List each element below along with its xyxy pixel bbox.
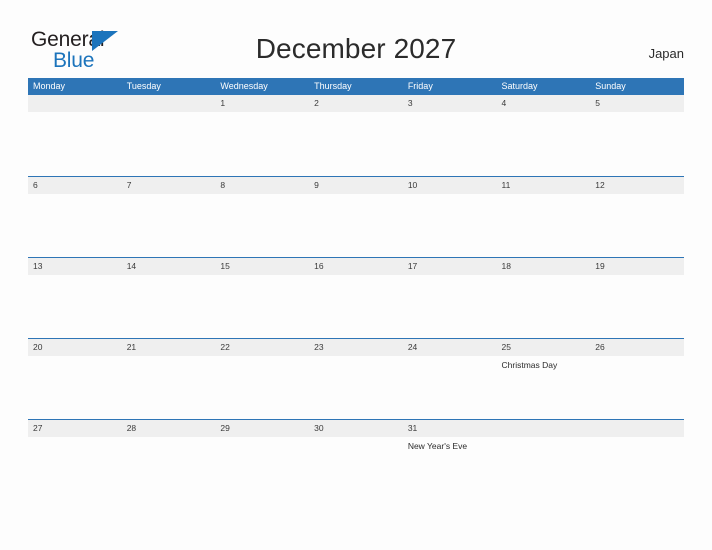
page-title: December 2027 bbox=[255, 33, 457, 64]
day-event-empty bbox=[497, 275, 591, 338]
weekday-header-saturday: Saturday bbox=[501, 81, 538, 91]
weekday-header-monday: Monday bbox=[33, 81, 66, 91]
day-event-empty bbox=[590, 356, 684, 419]
day-event-band bbox=[28, 194, 684, 257]
day-number-5[interactable]: 5 bbox=[590, 95, 684, 112]
weekday-header-friday: Friday bbox=[407, 81, 433, 91]
day-event-empty bbox=[122, 275, 216, 338]
day-event-empty bbox=[28, 194, 122, 257]
day-number-17[interactable]: 17 bbox=[403, 258, 497, 275]
day-number-13[interactable]: 13 bbox=[28, 258, 122, 275]
day-number-10[interactable]: 10 bbox=[403, 177, 497, 194]
day-event-empty bbox=[122, 356, 216, 419]
day-number-22[interactable]: 22 bbox=[215, 339, 309, 356]
day-event-empty bbox=[28, 275, 122, 338]
day-number-20[interactable]: 20 bbox=[28, 339, 122, 356]
day-number-23[interactable]: 23 bbox=[309, 339, 403, 356]
day-number-27[interactable]: 27 bbox=[28, 420, 122, 437]
day-event-empty bbox=[309, 194, 403, 257]
weekday-header-tuesday: Tuesday bbox=[126, 81, 161, 91]
calendar-weeks: 1 2 3 4 5 6 7 8 9 10 11 12 13 14 15 16 17 18 19 20 21 22 23 24 2… bbox=[28, 95, 684, 500]
day-event-empty bbox=[497, 194, 591, 257]
day-event-empty bbox=[590, 275, 684, 338]
calendar-grid: Monday Tuesday Wednesday Thursday Friday Satu… bbox=[28, 78, 684, 500]
country-label: Japan bbox=[648, 46, 684, 61]
day-number-2[interactable]: 2 bbox=[309, 95, 403, 112]
day-number-14[interactable]: 14 bbox=[122, 258, 216, 275]
day-number-11[interactable]: 11 bbox=[497, 177, 591, 194]
weekday-header-row: Monday Tuesday Wednesday Thursday Friday Satu… bbox=[28, 78, 684, 95]
day-number-24[interactable]: 24 bbox=[403, 339, 497, 356]
day-event-band bbox=[28, 275, 684, 338]
day-number-19[interactable]: 19 bbox=[590, 258, 684, 275]
day-event-empty bbox=[215, 437, 309, 500]
day-event-empty bbox=[497, 112, 591, 175]
day-number-6[interactable]: 6 bbox=[28, 177, 122, 194]
day-event-empty bbox=[215, 356, 309, 419]
day-event-band: Christmas Day bbox=[28, 356, 684, 419]
page-header: General Blue December 2027 Japan bbox=[0, 0, 712, 78]
day-number-15[interactable]: 15 bbox=[215, 258, 309, 275]
day-number-26[interactable]: 26 bbox=[590, 339, 684, 356]
day-number-30[interactable]: 30 bbox=[309, 420, 403, 437]
day-number-empty bbox=[28, 95, 122, 112]
day-event-empty bbox=[215, 275, 309, 338]
day-number-band: 6 7 8 9 10 11 12 bbox=[28, 177, 684, 194]
day-number-18[interactable]: 18 bbox=[497, 258, 591, 275]
day-number-21[interactable]: 21 bbox=[122, 339, 216, 356]
day-number-31[interactable]: 31 bbox=[403, 420, 497, 437]
day-event-empty bbox=[403, 194, 497, 257]
day-number-16[interactable]: 16 bbox=[309, 258, 403, 275]
day-number-12[interactable]: 12 bbox=[590, 177, 684, 194]
day-number-25[interactable]: 25 bbox=[497, 339, 591, 356]
day-event-label: New Year's Eve bbox=[407, 441, 468, 451]
day-event-label: Christmas Day bbox=[501, 360, 558, 370]
day-number-3[interactable]: 3 bbox=[403, 95, 497, 112]
day-event-empty bbox=[497, 437, 591, 500]
day-event-empty bbox=[122, 194, 216, 257]
calendar-week-row: 13 14 15 16 17 18 19 bbox=[28, 257, 684, 338]
day-event-empty bbox=[590, 437, 684, 500]
weekday-header-wednesday: Wednesday bbox=[220, 81, 268, 91]
day-event-empty bbox=[309, 275, 403, 338]
calendar-week-row: 6 7 8 9 10 11 12 bbox=[28, 176, 684, 257]
day-number-band: 13 14 15 16 17 18 19 bbox=[28, 258, 684, 275]
weekday-header-thursday: Thursday bbox=[314, 81, 352, 91]
day-event-empty bbox=[28, 437, 122, 500]
day-event-empty bbox=[215, 194, 309, 257]
day-event-empty bbox=[28, 112, 122, 175]
day-number-empty bbox=[590, 420, 684, 437]
day-event-empty bbox=[403, 112, 497, 175]
day-event-band: New Year's Eve bbox=[28, 437, 684, 500]
day-event-empty bbox=[309, 112, 403, 175]
day-number-empty bbox=[122, 95, 216, 112]
day-number-8[interactable]: 8 bbox=[215, 177, 309, 194]
calendar-week-row: 27 28 29 30 31 New Year's Eve bbox=[28, 419, 684, 500]
calendar-week-row: 12345 bbox=[28, 95, 684, 176]
weekday-header-sunday: Sunday bbox=[595, 81, 626, 91]
day-event-empty bbox=[403, 356, 497, 419]
day-event-empty bbox=[122, 437, 216, 500]
day-event-empty bbox=[590, 194, 684, 257]
day-number-band: 20 21 22 23 24 25 26 bbox=[28, 339, 684, 356]
day-number-9[interactable]: 9 bbox=[309, 177, 403, 194]
day-number-1[interactable]: 1 bbox=[215, 95, 309, 112]
day-event-empty bbox=[215, 112, 309, 175]
day-event-empty bbox=[122, 112, 216, 175]
day-number-4[interactable]: 4 bbox=[497, 95, 591, 112]
day-event-empty bbox=[403, 275, 497, 338]
day-number-band: 12345 bbox=[28, 95, 684, 112]
day-event-band bbox=[28, 112, 684, 175]
day-number-empty bbox=[497, 420, 591, 437]
calendar-week-row: 20 21 22 23 24 25 26 Christmas Day bbox=[28, 338, 684, 419]
day-event-empty bbox=[28, 356, 122, 419]
day-number-7[interactable]: 7 bbox=[122, 177, 216, 194]
day-event-empty bbox=[590, 112, 684, 175]
day-event-empty bbox=[309, 437, 403, 500]
day-number-band: 27 28 29 30 31 bbox=[28, 420, 684, 437]
day-number-29[interactable]: 29 bbox=[215, 420, 309, 437]
day-event-empty bbox=[309, 356, 403, 419]
day-number-28[interactable]: 28 bbox=[122, 420, 216, 437]
